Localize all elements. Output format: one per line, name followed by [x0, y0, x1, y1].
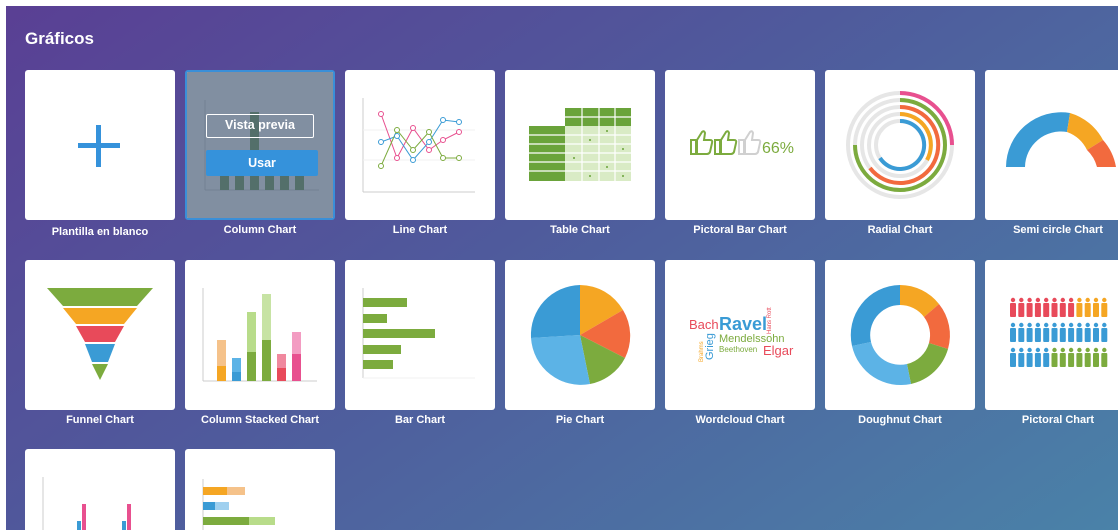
person-icon [1068, 347, 1075, 367]
wordcloud-chart-label: Wordcloud Chart [695, 414, 785, 426]
person-icon [1018, 347, 1025, 367]
table-chart-card[interactable] [505, 70, 655, 220]
line-chart-label: Line Chart [392, 224, 448, 236]
pie-chart-label: Pie Chart [555, 414, 605, 426]
person-icon [1034, 347, 1041, 367]
person-icon [1068, 297, 1075, 317]
blank-template-card[interactable] [25, 70, 175, 220]
pictoral-chart-card[interactable] [985, 260, 1118, 410]
wordcloud-thumbnail: Bach Ravel Hans Rott Mendelssohn Brahms … [689, 307, 794, 362]
svg-text:Hans Rott: Hans Rott [767, 307, 773, 334]
bar-stacked-thumbnail [202, 479, 275, 530]
column-chart-card[interactable]: Vista previa Usar [185, 70, 335, 220]
person-icon [1043, 297, 1050, 317]
pictoral-chart-thumbnail [1010, 297, 1108, 367]
person-icon [1018, 297, 1025, 317]
person-icon [1101, 297, 1108, 317]
person-icon [1051, 297, 1058, 317]
person-icon [1101, 322, 1108, 342]
person-icon [1010, 322, 1016, 342]
pictoral-chart-label: Pictoral Chart [1021, 414, 1095, 426]
wordcloud-chart-card[interactable]: Bach Ravel Hans Rott Mendelssohn Brahms … [665, 260, 815, 410]
person-icon [1018, 322, 1025, 342]
person-icon [1043, 347, 1050, 367]
plus-icon [78, 125, 120, 167]
person-icon [1026, 347, 1033, 367]
person-icon [1084, 297, 1091, 317]
person-icon [1084, 347, 1091, 367]
window-top-edge [0, 0, 1118, 6]
svg-text:Grieg: Grieg [704, 333, 716, 360]
person-icon [1093, 322, 1099, 342]
semi-circle-thumbnail [1006, 112, 1116, 167]
column-stacked-chart-card[interactable] [185, 260, 335, 410]
column-stacked-thumbnail [202, 288, 317, 382]
person-icon [1051, 347, 1058, 367]
svg-text:Elgar: Elgar [763, 343, 794, 358]
pictoral-bar-chart-card[interactable]: 66% [665, 70, 815, 220]
svg-text:66%: 66% [762, 140, 794, 157]
bar-chart-label: Bar Chart [394, 414, 446, 426]
person-icon [1026, 322, 1033, 342]
doughnut-chart-label: Doughnut Chart [858, 414, 942, 426]
grouped-column-thumbnail [42, 477, 131, 530]
person-icon [1084, 322, 1091, 342]
column-chart-label: Column Chart [223, 224, 297, 236]
bar-stacked-chart-card[interactable] [185, 449, 335, 530]
use-button[interactable]: Usar [206, 150, 318, 176]
svg-text:Beethoven: Beethoven [719, 345, 757, 354]
semi-circle-chart-card[interactable] [985, 70, 1118, 220]
person-icon [1010, 297, 1016, 317]
pictoral-bar-chart-label: Pictoral Bar Chart [693, 224, 787, 236]
person-icon [1101, 347, 1108, 367]
funnel-chart-label: Funnel Chart [66, 414, 134, 426]
person-icon [1034, 322, 1041, 342]
person-icon [1059, 297, 1066, 317]
column-stacked-chart-label: Column Stacked Chart [201, 414, 319, 426]
svg-text:Ravel: Ravel [719, 314, 767, 334]
bar-chart-card[interactable] [345, 260, 495, 410]
pie-chart-thumbnail [530, 285, 631, 385]
page-title: Gráficos [25, 29, 94, 48]
hover-overlay [187, 72, 333, 218]
person-icon [1076, 347, 1083, 367]
person-icon [1043, 322, 1050, 342]
person-icon [1034, 297, 1041, 317]
radial-chart-label: Radial Chart [867, 224, 933, 236]
line-chart-card[interactable] [345, 70, 495, 220]
funnel-chart-card[interactable] [25, 260, 175, 410]
person-icon [1076, 322, 1083, 342]
person-icon [1093, 347, 1099, 367]
line-chart-thumbnail [362, 98, 475, 193]
preview-button[interactable]: Vista previa [206, 114, 314, 138]
blank-template-label: Plantilla en blanco [51, 226, 149, 238]
person-icon [1051, 322, 1058, 342]
doughnut-chart-thumbnail [850, 285, 950, 386]
table-chart-thumbnail [529, 108, 631, 181]
pictoral-bar-thumbnail: 66% [690, 130, 794, 157]
person-icon [1068, 322, 1075, 342]
person-icon [1010, 347, 1016, 367]
grouped-column-chart-card[interactable] [25, 449, 175, 530]
radial-chart-card[interactable] [825, 70, 975, 220]
thumbs-up-icon [690, 130, 762, 155]
bar-chart-thumbnail [362, 288, 475, 379]
funnel-chart-thumbnail [47, 288, 153, 380]
person-icon [1026, 297, 1033, 317]
window-left-edge [0, 0, 6, 530]
person-icon [1076, 297, 1083, 317]
semi-circle-chart-label: Semi circle Chart [1013, 224, 1103, 236]
table-chart-label: Table Chart [550, 224, 610, 236]
person-icon [1059, 347, 1066, 367]
person-icon [1093, 297, 1099, 317]
doughnut-chart-card[interactable] [825, 260, 975, 410]
svg-text:Bach: Bach [689, 317, 719, 332]
radial-chart-thumbnail [846, 91, 954, 199]
person-icon [1059, 322, 1066, 342]
pie-chart-card[interactable] [505, 260, 655, 410]
